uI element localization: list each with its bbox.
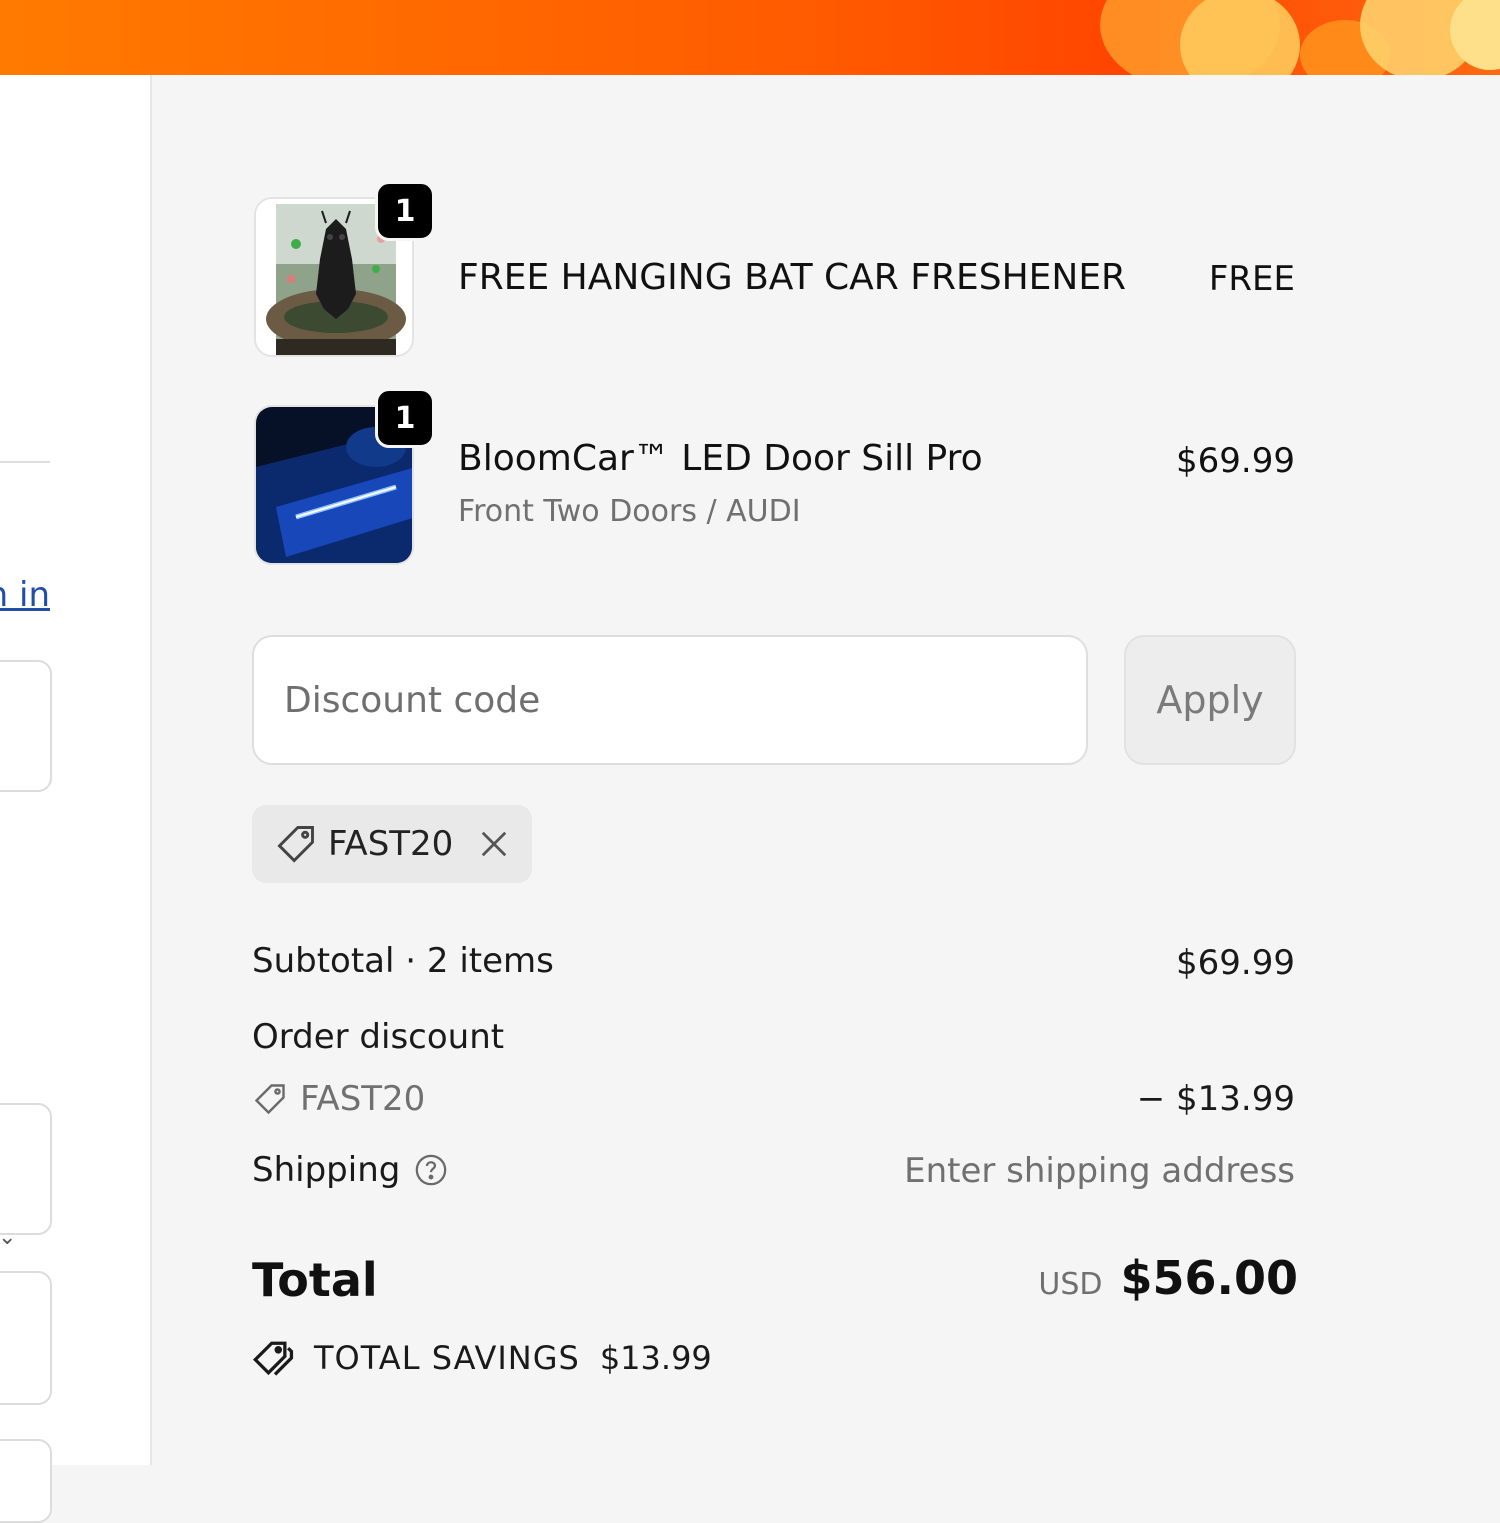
- left-pane: n in ⌄: [0, 75, 152, 1523]
- apply-button[interactable]: Apply: [1124, 635, 1296, 765]
- applied-discount-chip: FAST20: [252, 805, 532, 883]
- help-circle-icon[interactable]: [414, 1153, 448, 1187]
- item-variant: Front Two Doors / AUDI: [458, 494, 801, 529]
- applied-discount-code: FAST20: [328, 824, 454, 864]
- quantity-badge: 1: [375, 388, 435, 448]
- divider: [0, 461, 50, 463]
- top-banner: [0, 0, 1500, 75]
- savings-value: $13.99: [599, 1339, 712, 1377]
- total-label: Total: [252, 1253, 378, 1307]
- savings-label: TOTAL SAVINGS: [314, 1339, 580, 1377]
- subtotal-value: $69.99: [1176, 943, 1295, 983]
- order-discount-label: Order discount: [252, 1017, 505, 1057]
- log-in-link[interactable]: n in: [0, 575, 50, 615]
- total-amount: USD $56.00: [1038, 1251, 1298, 1305]
- shipping-row: Shipping: [252, 1150, 448, 1190]
- total-savings: TOTAL SAVINGS $13.99: [252, 1337, 712, 1379]
- order-summary: 1 FREE HANGING BAT CAR FRESHENER FREE 1 …: [152, 75, 1500, 1465]
- subtotal-label: Subtotal · 2 items: [252, 941, 554, 981]
- close-icon[interactable]: [479, 829, 509, 859]
- order-discount-code-row: FAST20: [252, 1079, 425, 1119]
- contact-field[interactable]: [0, 660, 52, 792]
- item-name: BloomCar™ LED Door Sill Pro: [458, 438, 983, 479]
- tags-icon: [252, 1337, 298, 1379]
- item-price: FREE: [1208, 259, 1295, 299]
- shipping-label: Shipping: [252, 1150, 401, 1190]
- quantity-badge: 1: [375, 181, 435, 241]
- total-value: $56.00: [1120, 1251, 1298, 1305]
- chevron-down-icon: ⌄: [0, 1225, 17, 1250]
- order-discount-code: FAST20: [300, 1079, 426, 1119]
- address-field[interactable]: [0, 1439, 52, 1523]
- discount-code-input[interactable]: [252, 635, 1088, 765]
- name-field[interactable]: [0, 1271, 52, 1405]
- tag-icon: [252, 1081, 288, 1117]
- shipping-value: Enter shipping address: [904, 1151, 1295, 1191]
- currency-code: USD: [1038, 1267, 1103, 1302]
- order-discount-value: − $13.99: [1136, 1079, 1295, 1119]
- item-price: $69.99: [1176, 441, 1295, 481]
- item-name: FREE HANGING BAT CAR FRESHENER: [458, 257, 1127, 298]
- tag-icon: [274, 822, 318, 866]
- country-select[interactable]: [0, 1103, 52, 1235]
